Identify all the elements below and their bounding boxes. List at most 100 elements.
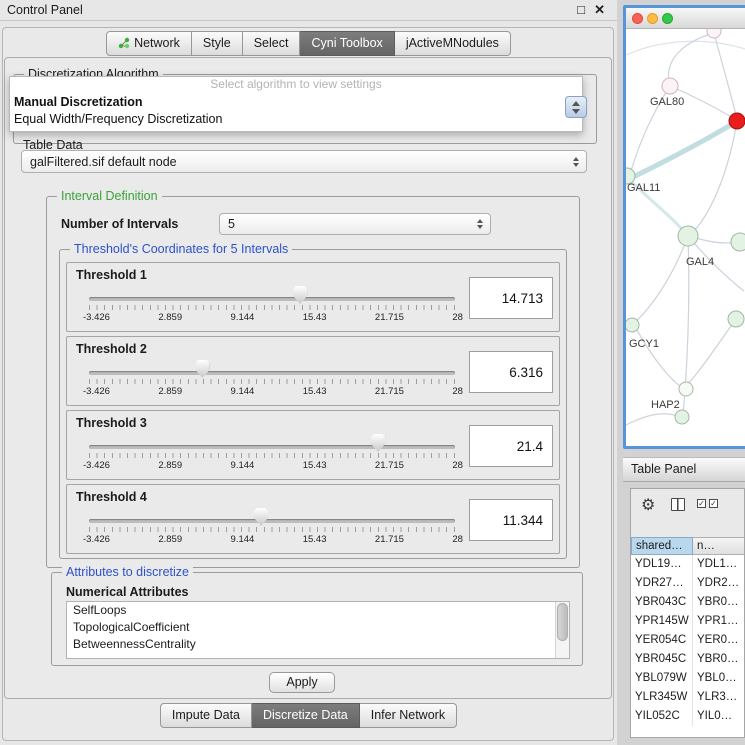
slider-thumb[interactable] bbox=[195, 360, 209, 378]
table-row[interactable]: YER054C YER0… bbox=[631, 631, 744, 650]
table-row[interactable]: YDR27… YDR2… bbox=[631, 574, 744, 593]
node-label-gal11: GAL11 bbox=[627, 182, 660, 194]
apply-button[interactable]: Apply bbox=[269, 672, 335, 693]
table-row[interactable]: YBL079W YBL0… bbox=[631, 669, 744, 688]
slider-tick-labels: -3.4262.8599.14415.4321.71528 bbox=[83, 534, 463, 545]
node-unlabeled[interactable] bbox=[728, 311, 744, 327]
tab-discretize-data[interactable]: Discretize Data bbox=[252, 703, 360, 728]
gear-icon[interactable]: ⚙ bbox=[641, 495, 655, 515]
table-data-select[interactable]: galFiltered.sif default node bbox=[21, 150, 587, 173]
tick-label: 15.43 bbox=[303, 460, 327, 471]
tab-discretize-label: Discretize Data bbox=[263, 708, 348, 722]
node-gal80[interactable] bbox=[662, 78, 678, 94]
attribute-list-item[interactable]: SelfLoops bbox=[67, 602, 569, 619]
tab-jactivemnodules[interactable]: jActiveMNodules bbox=[395, 31, 511, 56]
slider-track[interactable] bbox=[89, 445, 455, 449]
node-gal4[interactable] bbox=[678, 226, 698, 246]
threshold-3-slider[interactable]: -3.4262.8599.14415.4321.71528 bbox=[89, 431, 455, 479]
slider-thumb[interactable] bbox=[254, 508, 268, 526]
network-canvas[interactable]: GAL80 GAL11 GAL4 GCY1 HAP2 bbox=[626, 29, 745, 448]
tab-cyni-toolbox[interactable]: Cyni Toolbox bbox=[300, 31, 394, 56]
slider-tickmarks bbox=[89, 527, 455, 532]
tab-select[interactable]: Select bbox=[243, 31, 301, 56]
columns-icon[interactable] bbox=[671, 498, 685, 511]
threshold-4-value-field[interactable] bbox=[469, 499, 553, 541]
close-traffic-light-icon[interactable] bbox=[632, 13, 643, 24]
network-window-titlebar bbox=[626, 8, 745, 29]
slider-thumb[interactable] bbox=[293, 286, 307, 304]
zoom-traffic-light-icon[interactable] bbox=[662, 13, 673, 24]
tab-network[interactable]: Network bbox=[106, 31, 192, 56]
tick-label: 28 bbox=[452, 312, 463, 323]
table-row[interactable]: YLR345W YLR3… bbox=[631, 688, 744, 707]
tick-label: 21.715 bbox=[375, 460, 404, 471]
column-header-name[interactable]: n… bbox=[693, 537, 744, 555]
slider-thumb[interactable] bbox=[371, 434, 385, 452]
table-row[interactable]: YDL19… YDL1… bbox=[631, 555, 744, 574]
cell-name: YER0… bbox=[693, 631, 744, 650]
table-rows: YDL19… YDL1… YDR27… YDR2… YBR043C YBR0… … bbox=[631, 555, 744, 737]
node-unlabeled[interactable] bbox=[707, 29, 721, 38]
tick-label: 9.144 bbox=[231, 460, 255, 471]
slider-tick-labels: -3.4262.8599.14415.4321.71528 bbox=[83, 460, 463, 471]
slider-track[interactable] bbox=[89, 297, 455, 301]
table-row[interactable]: YBR043C YBR0… bbox=[631, 593, 744, 612]
list-scrollbar[interactable] bbox=[555, 602, 569, 658]
threshold-1-panel: Threshold 1 -3.4262.8599.14415.4321.7152… bbox=[66, 262, 560, 332]
slider-track[interactable] bbox=[89, 371, 455, 375]
tab-style[interactable]: Style bbox=[192, 31, 243, 56]
node-label-gal4: GAL4 bbox=[686, 256, 714, 268]
numerical-attributes-label: Numerical Attributes bbox=[66, 585, 188, 599]
attributes-to-discretize-group: Attributes to discretize Numerical Attri… bbox=[51, 572, 583, 666]
node-hap2[interactable] bbox=[679, 382, 693, 396]
attribute-list-item[interactable]: TopologicalCoefficient bbox=[67, 619, 569, 636]
cell-shared-name: YER054C bbox=[631, 631, 693, 650]
cell-name: YDR2… bbox=[693, 574, 744, 593]
cell-shared-name: YBR045C bbox=[631, 650, 693, 669]
number-of-intervals-select[interactable]: 5 bbox=[219, 213, 491, 235]
threshold-1-slider[interactable]: -3.4262.8599.14415.4321.71528 bbox=[89, 283, 455, 331]
slider-track[interactable] bbox=[89, 519, 455, 523]
cell-shared-name: YBR043C bbox=[631, 593, 693, 612]
tab-select-label: Select bbox=[254, 36, 289, 50]
node-unlabeled[interactable] bbox=[675, 410, 689, 424]
numerical-attributes-list[interactable]: SelfLoopsTopologicalCoefficientBetweenne… bbox=[66, 601, 570, 659]
float-window-icon[interactable]: □ bbox=[577, 2, 585, 17]
table-panel-header: Table Panel bbox=[623, 457, 745, 482]
threshold-2-panel: Threshold 2 -3.4262.8599.14415.4321.7152… bbox=[66, 336, 560, 406]
table-panel-window: ⚙ ✓ ✓ shared… n… YDL19… YDL1… YDR27… YDR… bbox=[630, 488, 745, 738]
threshold-4-slider[interactable]: -3.4262.8599.14415.4321.71528 bbox=[89, 505, 455, 553]
threshold-coordinates-group: Threshold's Coordinates for 5 Intervals … bbox=[59, 249, 567, 559]
algorithm-option-equal-width[interactable]: Equal Width/Frequency Discretization bbox=[10, 111, 582, 128]
node-label-gcy1: GCY1 bbox=[629, 338, 659, 350]
threshold-3-value-field[interactable] bbox=[469, 425, 553, 467]
interval-definition-group: Interval Definition Number of Intervals … bbox=[46, 196, 580, 568]
tick-label: 15.43 bbox=[303, 386, 327, 397]
algorithm-option-manual[interactable]: Manual Discretization bbox=[10, 94, 582, 111]
table-row[interactable]: YPR145W YPR1… bbox=[631, 612, 744, 631]
network-view-window[interactable]: GAL80 GAL11 GAL4 GCY1 HAP2 bbox=[623, 5, 745, 449]
tick-label: 21.715 bbox=[375, 386, 404, 397]
column-header-shared-name[interactable]: shared… bbox=[631, 537, 693, 555]
node-selected-red[interactable] bbox=[729, 113, 745, 129]
algorithm-prompt: Select algorithm to view settings bbox=[10, 77, 582, 92]
tab-infer-network[interactable]: Infer Network bbox=[360, 703, 457, 728]
tab-impute-data[interactable]: Impute Data bbox=[160, 703, 252, 728]
tab-jactive-label: jActiveMNodules bbox=[406, 36, 499, 50]
select-columns-icon[interactable]: ✓ ✓ bbox=[697, 499, 718, 508]
tick-label: -3.426 bbox=[83, 534, 110, 545]
node-gcy1[interactable] bbox=[626, 318, 639, 332]
close-panel-icon[interactable]: ✕ bbox=[594, 2, 605, 18]
threshold-2-value-field[interactable] bbox=[469, 351, 553, 393]
algorithm-combo-stepper[interactable] bbox=[565, 96, 587, 118]
table-row[interactable]: YIL052C YIL0… bbox=[631, 707, 744, 726]
threshold-2-slider[interactable]: -3.4262.8599.14415.4321.71528 bbox=[89, 357, 455, 405]
node-unlabeled[interactable] bbox=[731, 233, 745, 251]
minimize-traffic-light-icon[interactable] bbox=[647, 13, 658, 24]
panel-title: Control Panel bbox=[7, 3, 83, 17]
attribute-list-item[interactable]: BetweennessCentrality bbox=[67, 636, 569, 653]
cell-shared-name: YDL19… bbox=[631, 555, 693, 574]
table-row[interactable]: YBR045C YBR0… bbox=[631, 650, 744, 669]
threshold-1-value-field[interactable] bbox=[469, 277, 553, 319]
scrollbar-thumb[interactable] bbox=[557, 603, 568, 641]
